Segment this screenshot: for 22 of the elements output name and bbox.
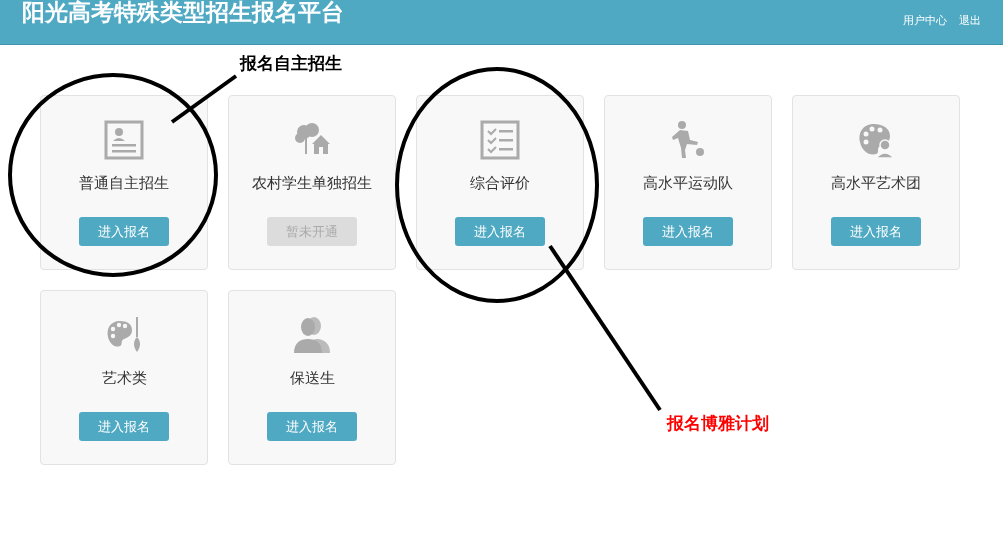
leader-line: [170, 74, 238, 124]
enroll-button[interactable]: 进入报名: [267, 412, 357, 441]
annotation-label: 报名博雅计划: [667, 412, 769, 435]
annotation-label: 报名自主招生: [240, 52, 342, 75]
id-card-icon: [104, 120, 144, 160]
enroll-button[interactable]: 进入报名: [455, 217, 545, 246]
enroll-button[interactable]: 进入报名: [79, 412, 169, 441]
enroll-button[interactable]: 进入报名: [643, 217, 733, 246]
card-title: 农村学生单独招生: [252, 174, 372, 193]
card-title: 艺术类: [101, 369, 147, 388]
card-title: 高水平运动队: [643, 174, 733, 193]
site-title: 阳光高考特殊类型招生报名平台: [22, 0, 344, 26]
people-icon: [292, 315, 332, 355]
checklist-icon: [480, 120, 520, 160]
card-title: 高水平艺术团: [831, 174, 921, 193]
header-link[interactable]: 用户中心: [903, 13, 947, 28]
card-title: 综合评价: [470, 174, 530, 193]
header-link[interactable]: 退出: [959, 13, 981, 28]
card-title: 保送生: [289, 369, 335, 388]
enroll-button[interactable]: 进入报名: [831, 217, 921, 246]
enroll-button[interactable]: 进入报名: [79, 217, 169, 246]
card-title: 普通自主招生: [79, 174, 169, 193]
